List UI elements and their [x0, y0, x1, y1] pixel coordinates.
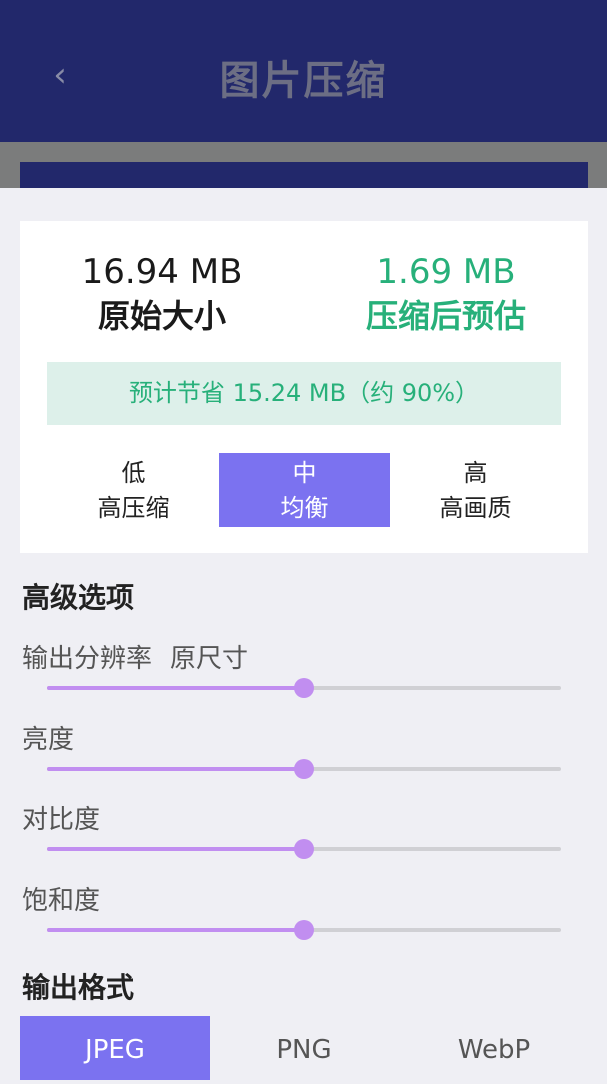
quality-option-desc: 高画质 [439, 494, 512, 522]
quality-option-desc: 高压缩 [97, 494, 170, 522]
slider-label-text: 输出分辨率 [22, 644, 153, 674]
advanced-options-title: 高级选项 [22, 581, 135, 614]
quality-option-desc: 均衡 [280, 494, 329, 522]
slider-fill [47, 686, 304, 690]
page-title: 图片压缩 [219, 58, 388, 104]
compression-summary-card: 16.94 MB 原始大小 1.69 MB 压缩后预估 预计节省 15.24 M… [20, 221, 588, 553]
slider-handle[interactable] [294, 920, 314, 940]
slider-handle[interactable] [294, 839, 314, 859]
format-option-png[interactable]: PNG [209, 1016, 399, 1080]
quality-option-name: 高 [463, 459, 488, 487]
original-size-value: 16.94 MB [81, 252, 243, 292]
slider-label-text: 对比度 [22, 805, 101, 835]
saving-banner: 预计节省 15.24 MB（约 90%） [47, 362, 561, 425]
slider-fill [47, 767, 304, 771]
app-header: ‹ 图片压缩 [0, 0, 607, 142]
format-option-jpeg[interactable]: JPEG [20, 1016, 210, 1080]
slider-handle[interactable] [294, 678, 314, 698]
format-option-webp[interactable]: WebP [399, 1016, 589, 1080]
original-size-block: 16.94 MB 原始大小 [20, 251, 304, 339]
resolution-slider-label: 输出分辨率 原尺寸 [22, 638, 248, 675]
contrast-slider[interactable] [47, 839, 561, 859]
saturation-slider-label: 饱和度 [22, 880, 100, 917]
slider-fill [47, 928, 304, 932]
slider-fill [47, 847, 304, 851]
slider-handle[interactable] [294, 759, 314, 779]
contrast-slider-label: 对比度 [22, 799, 100, 836]
brightness-slider[interactable] [47, 759, 561, 779]
quality-option-low[interactable]: 低 高压缩 [48, 453, 219, 527]
resolution-value: 原尺寸 [170, 644, 249, 674]
compressed-size-value: 1.69 MB [376, 252, 516, 292]
compressed-size-block: 1.69 MB 压缩后预估 [304, 251, 588, 339]
quality-option-high[interactable]: 高 高画质 [390, 453, 561, 527]
saturation-slider[interactable] [47, 920, 561, 940]
slider-label-text: 亮度 [22, 725, 75, 755]
image-preview [20, 162, 588, 188]
original-size-label: 原始大小 [97, 297, 226, 335]
quality-option-name: 低 [121, 459, 146, 487]
brightness-slider-label: 亮度 [22, 719, 74, 756]
compressed-size-label: 压缩后预估 [365, 297, 526, 335]
output-format-title: 输出格式 [22, 971, 135, 1004]
resolution-slider[interactable] [47, 678, 561, 698]
quality-option-name: 中 [292, 459, 317, 487]
slider-label-text: 饱和度 [22, 886, 101, 916]
quality-option-mid[interactable]: 中 均衡 [219, 453, 390, 527]
